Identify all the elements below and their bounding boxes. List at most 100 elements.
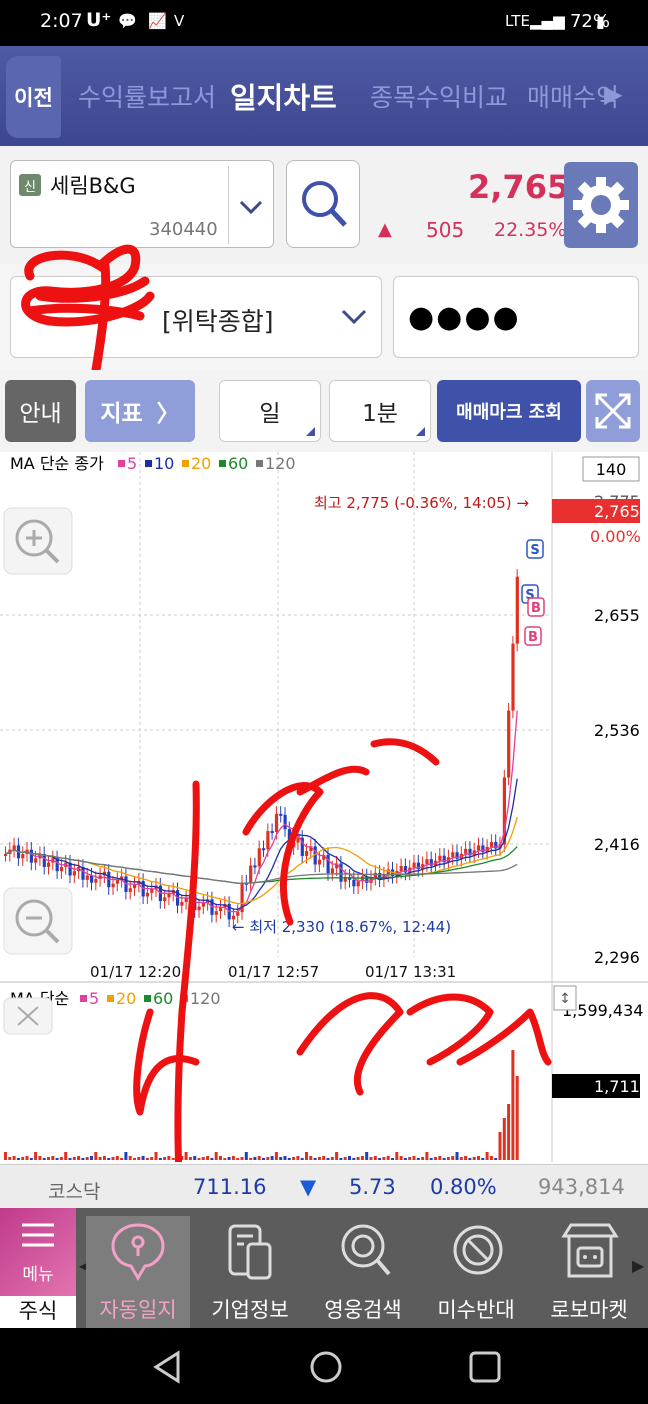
prohibited-icon [453,1225,503,1275]
nav-company-info[interactable]: 기업정보 [198,1216,302,1328]
candle-body [59,866,64,872]
volume-bar [326,1158,330,1160]
tab-diary-chart[interactable]: 일지차트 [230,75,337,117]
volume-bar [416,1158,420,1160]
volume-bar [412,1156,416,1160]
down-arrow-icon: ▼ [300,1175,317,1199]
volume-bar [477,1156,480,1160]
nav-auto-diary-label: 자동일지 [99,1298,177,1322]
trade-mark-button[interactable]: 매매마크 조회 [437,380,581,442]
back-button[interactable]: 이전 [6,56,61,138]
candle-body [257,848,261,867]
robot-store-icon [561,1223,619,1278]
zoom-out-button[interactable] [3,887,73,955]
candle-body [29,849,33,863]
candle-body [4,853,8,856]
volume-bar [167,1156,171,1160]
tab-profit-report[interactable]: 수익률보고서 [78,78,216,114]
volume-bar [141,1156,145,1160]
trade-mark-label: S [530,543,539,558]
candle-body [197,906,201,911]
volume-bar [262,1158,265,1160]
legend-value: 5 [127,454,137,473]
volume-bar [502,1118,506,1160]
settings-button[interactable] [564,162,638,248]
volume-bar [266,1157,270,1160]
indicator-button[interactable]: 지표 〉 [85,380,195,442]
tab-stock-compare[interactable]: 종목수익비교 [370,78,508,114]
nav-unpaid-block-label: 미수반대 [437,1298,515,1322]
nav-auto-diary[interactable]: 자동일지 [86,1216,190,1328]
legend-swatch [107,995,114,1002]
nav-hero-search[interactable]: 영웅검색 [311,1216,415,1328]
talk-icon: 💬 [118,12,137,30]
legend-swatch [256,460,263,467]
trade-mark-label: B [531,601,541,616]
volume-bar [257,1156,261,1160]
search-button[interactable] [286,160,360,248]
volume-bar [339,1158,343,1160]
volume-bar [85,1157,89,1160]
candle-body [352,879,356,887]
app-notify-icon: V [174,12,185,30]
search-icon [302,181,347,227]
home-icon[interactable] [309,1350,343,1384]
volume-bar [102,1156,106,1160]
stock-dropdown[interactable] [228,166,272,244]
volume-bar [446,1157,450,1160]
volume-bar [335,1152,339,1160]
volume-bar [90,1156,93,1160]
volume-current-label: 1,711 [594,1077,640,1096]
volume-bar [16,1158,20,1160]
volume-bar [231,1156,235,1160]
interval-select[interactable]: 1분 [329,380,431,442]
status-bar: 2:07 U⁺ 💬 📈 V LTE ▂▄▆ 72% ▮ [0,0,648,46]
candle-body [128,888,132,892]
up-arrow-icon: ▲ [378,219,392,240]
current-price-tag: 2,765 [594,502,640,521]
candle-body [236,912,240,916]
scroll-right-icon[interactable]: ▶ [604,80,622,108]
lte-icon: LTE [505,12,530,30]
volume-bar [68,1158,72,1160]
close-volume-button[interactable] [3,997,53,1035]
volume-bar [227,1157,231,1160]
zoom-in-button[interactable] [3,507,73,575]
recents-icon[interactable] [468,1350,502,1384]
legend-value: 120 [265,454,296,473]
legend-value: 5 [89,989,99,1008]
price-label-5: 2,296 [594,948,640,967]
volume-bar [408,1157,412,1160]
stock-mode-button[interactable]: 주식 [0,1296,76,1328]
price-chart[interactable]: MA 단순 종가 5102060120 MA 단순 52060120 140 2… [0,452,648,1162]
nav-unpaid-block[interactable]: 미수반대 [424,1216,528,1328]
volume-bar [279,1157,283,1160]
volume-bar [511,1050,515,1160]
nav-robo-market[interactable]: 로보마켓 [537,1216,641,1328]
volume-bar [429,1158,433,1160]
volume-bar [438,1156,442,1160]
candle-body [115,880,119,884]
volume-bar [309,1156,313,1160]
menu-button[interactable]: 메뉴 [0,1208,76,1296]
volume-bar [128,1156,132,1160]
volume-bar [8,1157,12,1160]
candle-body [262,848,266,851]
back-icon[interactable] [150,1350,184,1384]
volume-bar [489,1156,493,1160]
chevron-right-icon: 〉 [156,401,180,427]
candle-body [283,814,287,830]
volume-bar [292,1157,296,1160]
candle-body [373,872,377,878]
volume-bar [137,1157,141,1160]
expand-button[interactable] [586,380,640,442]
volume-bar [494,1158,498,1160]
volume-bar [369,1157,373,1160]
candle-body [451,852,455,858]
guide-button[interactable]: 안내 [5,380,76,442]
period-select[interactable]: 일 [219,380,321,442]
count-value: 140 [596,460,627,479]
candle-body [47,862,51,867]
candle-body [305,851,309,856]
volume-bar [274,1152,278,1160]
